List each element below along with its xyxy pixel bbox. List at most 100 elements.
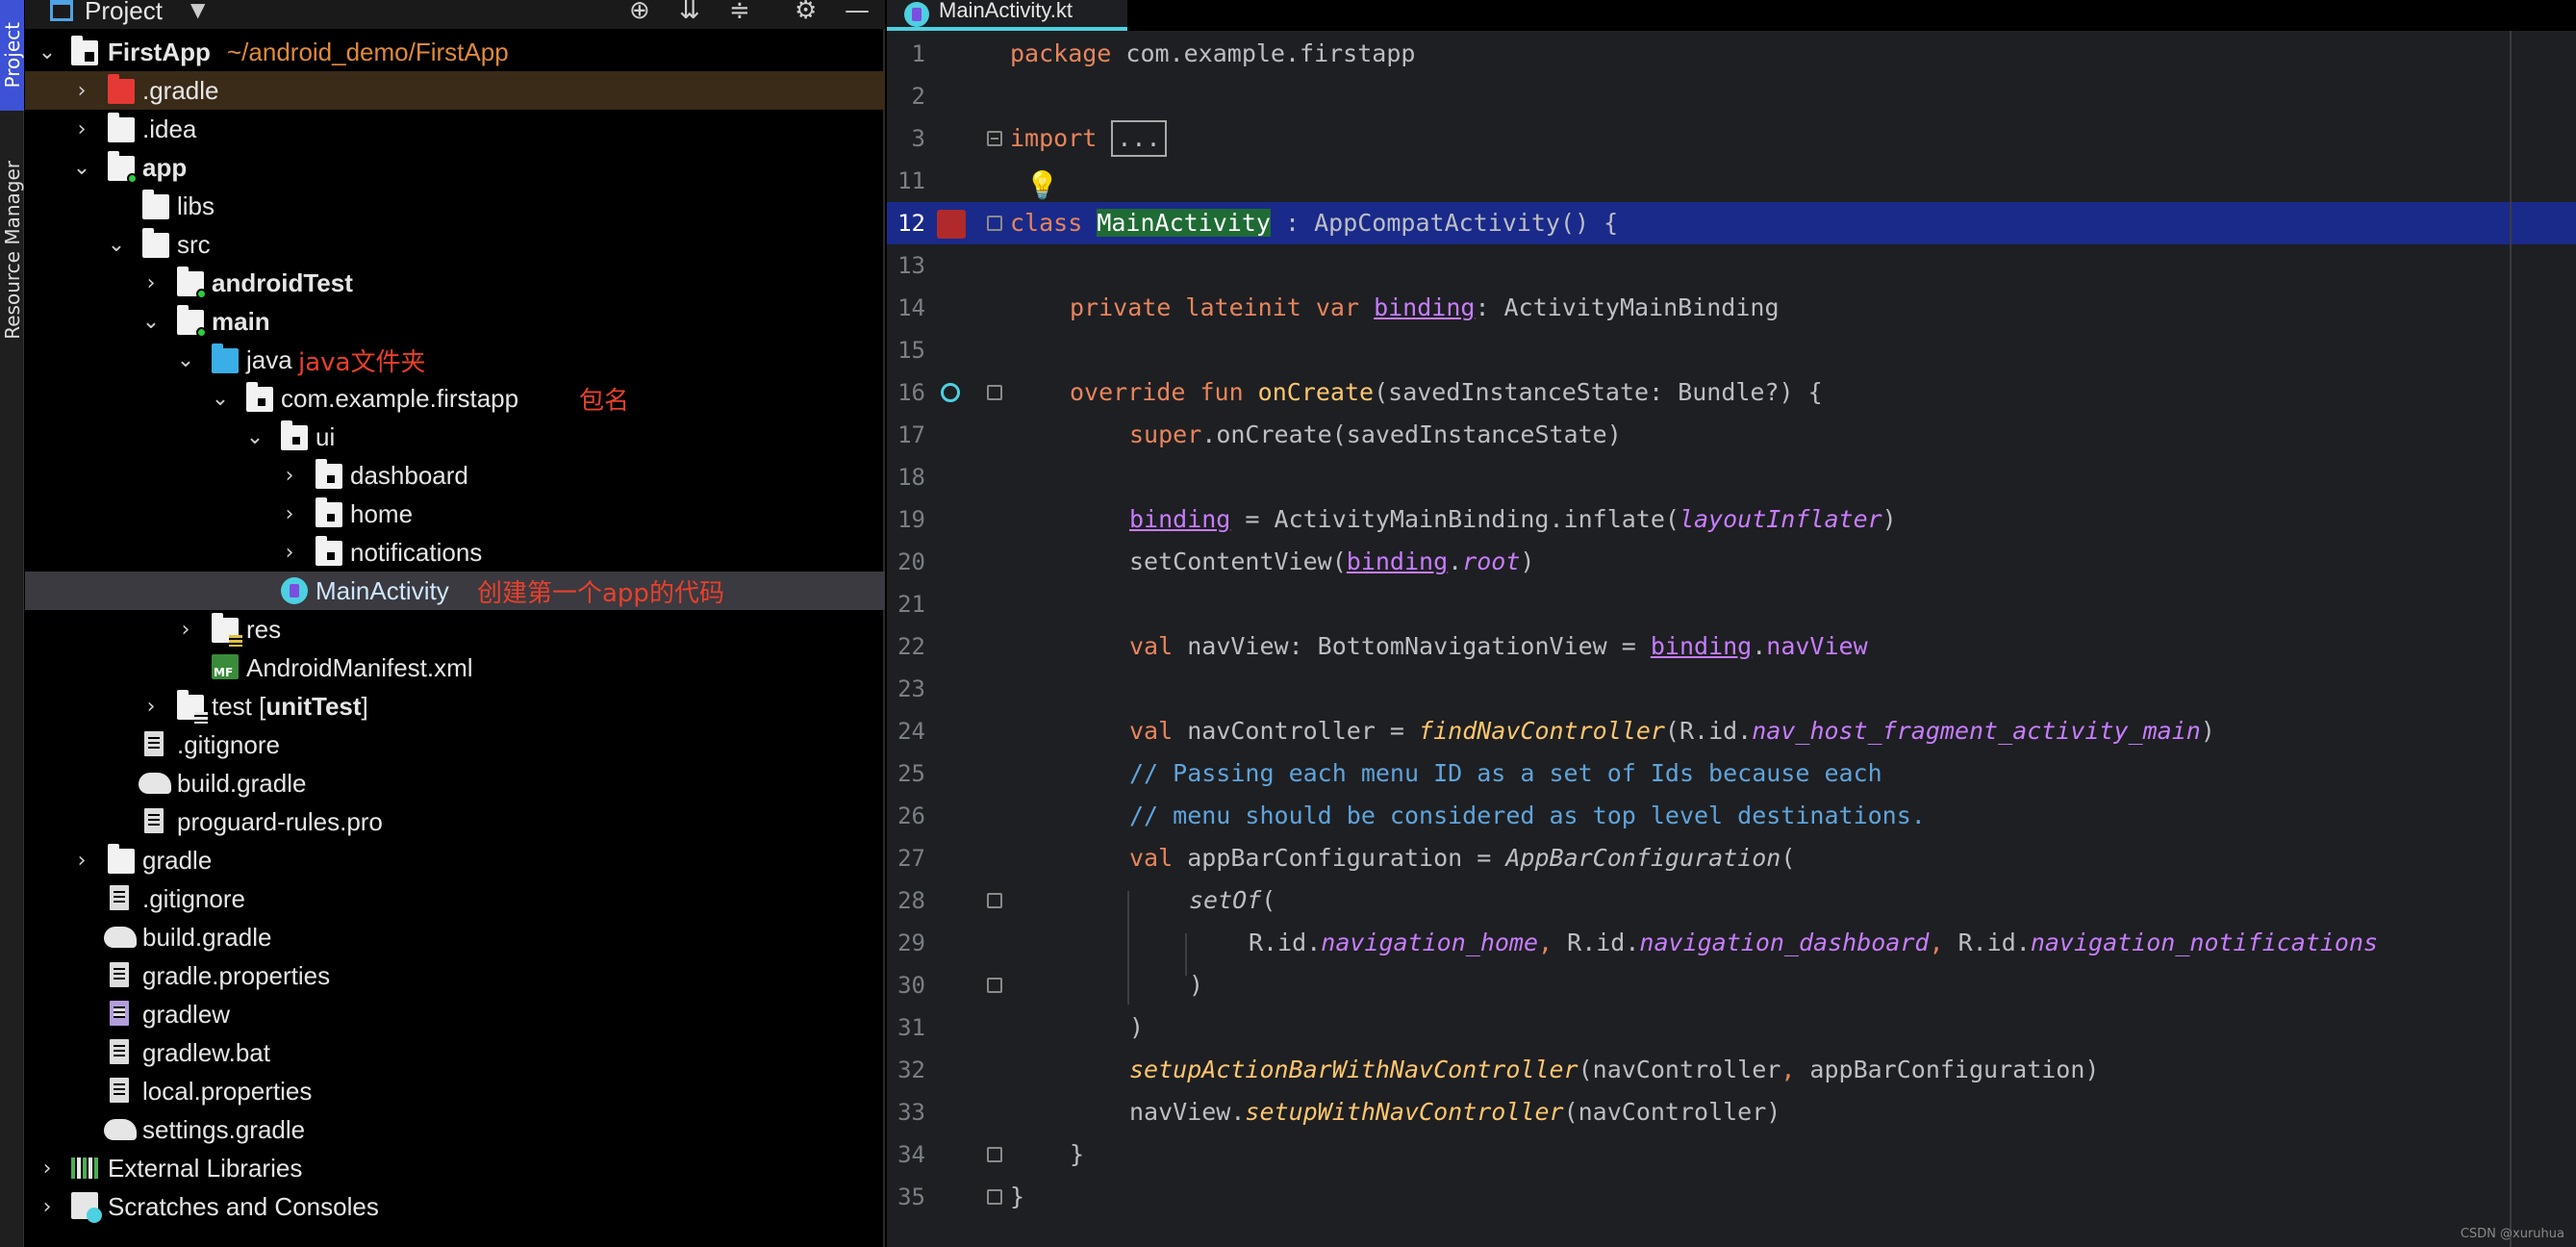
tree-item-label: FirstApp [108,37,211,66]
fold-marker[interactable] [987,1147,1002,1162]
minimize-icon[interactable]: — [845,0,870,25]
gradle-elephant-icon [104,927,137,948]
project-tool-button[interactable]: Project [0,0,24,111]
tree-item-label: com.example.firstapp [281,383,519,413]
line-number: 35 [897,1183,925,1210]
chevron-right-icon[interactable]: › [37,1195,58,1219]
override-gutter-icon[interactable] [941,383,960,402]
tree-item-androidtest[interactable]: › androidTest [25,264,885,302]
tree-item-libs[interactable]: libs [25,187,885,225]
fold-marker[interactable] [987,216,1002,231]
line-number: 16 [897,379,925,406]
chevron-right-icon[interactable]: › [37,1157,58,1181]
tree-item-manifest[interactable]: MF AndroidManifest.xml [25,649,885,687]
editor-body[interactable]: 1 2 3 11 12 13 14 15 16 17 18 19 20 21 2… [887,0,2576,1247]
line-number: 11 [897,167,925,194]
chevron-down-icon[interactable]: ⌄ [71,156,92,180]
gear-icon[interactable]: ⚙ [795,0,817,25]
tree-item-gradle-folder[interactable]: › gradle [25,841,885,879]
layout-file-gutter-icon[interactable] [937,210,966,239]
target-icon[interactable]: ⊕ [629,0,650,25]
tree-item-gradle-dir[interactable]: › .gradle [25,71,885,110]
fold-marker[interactable] [987,978,1002,993]
line-number: 26 [897,802,925,829]
indent-guide [1185,933,1187,976]
tree-item-label: dashboard [350,460,468,490]
module-folder-icon [108,151,138,184]
tree-item-res[interactable]: › res [25,610,885,649]
chevron-down-icon[interactable]: ⌄ [37,40,58,64]
chevron-right-icon[interactable]: › [71,79,92,103]
tree-item-app[interactable]: ⌄ app [25,148,885,187]
tree-item-gitignore-app[interactable]: .gitignore [25,725,885,764]
chevron-right-icon[interactable]: › [71,117,92,141]
manifest-icon: MF [212,654,239,679]
source-folder-icon [177,305,207,338]
tree-item-test[interactable]: › test [unitTest] [25,687,885,725]
tree-item-gitignore-root[interactable]: .gitignore [25,879,885,918]
line-number: 14 [897,294,925,321]
code-line-19: binding = ActivityMainBinding.inflate(la… [1129,505,1897,533]
fold-marker[interactable] [987,131,1002,146]
chevron-down-icon[interactable]: ⌄ [210,387,231,411]
chevron-right-icon[interactable]: › [279,541,300,565]
chevron-right-icon[interactable]: › [175,618,196,642]
tree-item-settings-gradle[interactable]: settings.gradle [25,1110,885,1149]
code-line-17: super.onCreate(savedInstanceState) [1129,420,1622,448]
fold-marker[interactable] [987,1189,1002,1205]
chevron-right-icon[interactable]: › [279,464,300,488]
chevron-down-icon[interactable]: ⌄ [244,425,265,449]
annotation-note: 创建第一个app的代码 [477,578,724,608]
tree-item-label: proguard-rules.pro [177,806,383,836]
fold-marker[interactable] [987,893,1002,908]
chevron-right-icon[interactable]: › [140,271,162,295]
tree-item-proguard[interactable]: proguard-rules.pro [25,802,885,841]
line-number: 32 [897,1056,925,1083]
project-panel: Project ▼ ⊕ ⇊ ≑ ⚙ — ⌄ FirstApp ~/android… [25,0,885,1247]
line-number: 3 [911,125,925,152]
tree-item-external-libraries[interactable]: › External Libraries [25,1149,885,1187]
chevron-down-icon[interactable]: ⌄ [140,310,162,334]
tree-item-main[interactable]: ⌄ main [25,302,885,341]
code-line-20: setContentView(binding.root) [1129,547,1535,575]
tree-item-firstapp[interactable]: ⌄ FirstApp ~/android_demo/FirstApp [25,33,885,71]
lightbulb-icon[interactable]: 💡 [1025,169,1059,201]
tree-item-notifications[interactable]: › notifications [25,533,885,572]
tree-item-local-properties[interactable]: local.properties [25,1072,885,1110]
tree-item-scratches[interactable]: › Scratches and Consoles [25,1187,885,1226]
chevron-right-icon[interactable]: › [279,502,300,526]
tree-item-home[interactable]: › home [25,495,885,533]
project-view-title[interactable]: Project [85,0,163,26]
tree-item-label: gradle.properties [142,960,331,990]
tree-item-src[interactable]: ⌄ src [25,225,885,264]
package-icon [281,420,308,450]
fold-marker[interactable] [987,385,1002,400]
folded-imports[interactable]: ... [1111,120,1167,157]
module-folder-icon [71,36,98,65]
tree-item-mainactivity[interactable]: MainActivity 创建第一个app的代码 [25,572,885,610]
tree-item-gradlew-bat[interactable]: gradlew.bat [25,1033,885,1072]
chevron-down-icon[interactable]: ⌄ [175,348,196,372]
tree-item-java[interactable]: ⌄ java java文件夹 [25,341,885,379]
text-file-icon [110,1039,129,1064]
tree-item-idea[interactable]: › .idea [25,110,885,148]
collapse-all-icon[interactable]: ≑ [729,0,750,25]
chevron-right-icon[interactable]: › [71,849,92,873]
annotation-note: java文件夹 [298,347,426,377]
tree-item-gradlew[interactable]: gradlew [25,995,885,1033]
folder-icon [108,113,135,142]
tree-item-dashboard[interactable]: › dashboard [25,456,885,495]
chevron-down-icon[interactable]: ⌄ [106,233,127,257]
tree-item-label: java [246,344,292,374]
tree-item-ui[interactable]: ⌄ ui [25,418,885,456]
chevron-down-icon[interactable]: ▼ [190,0,205,21]
tree-item-package[interactable]: ⌄ com.example.firstapp 包名 [25,379,885,418]
resource-manager-tool-button[interactable]: Resource Manager [0,135,24,366]
tree-item-build-gradle-root[interactable]: build.gradle [25,918,885,956]
tree-item-label: src [177,229,211,259]
tree-item-build-gradle-app[interactable]: build.gradle [25,764,885,802]
chevron-right-icon[interactable]: › [140,695,162,719]
expand-all-icon[interactable]: ⇊ [679,0,700,25]
gitignore-file-icon [144,731,164,756]
tree-item-gradle-properties[interactable]: gradle.properties [25,956,885,995]
